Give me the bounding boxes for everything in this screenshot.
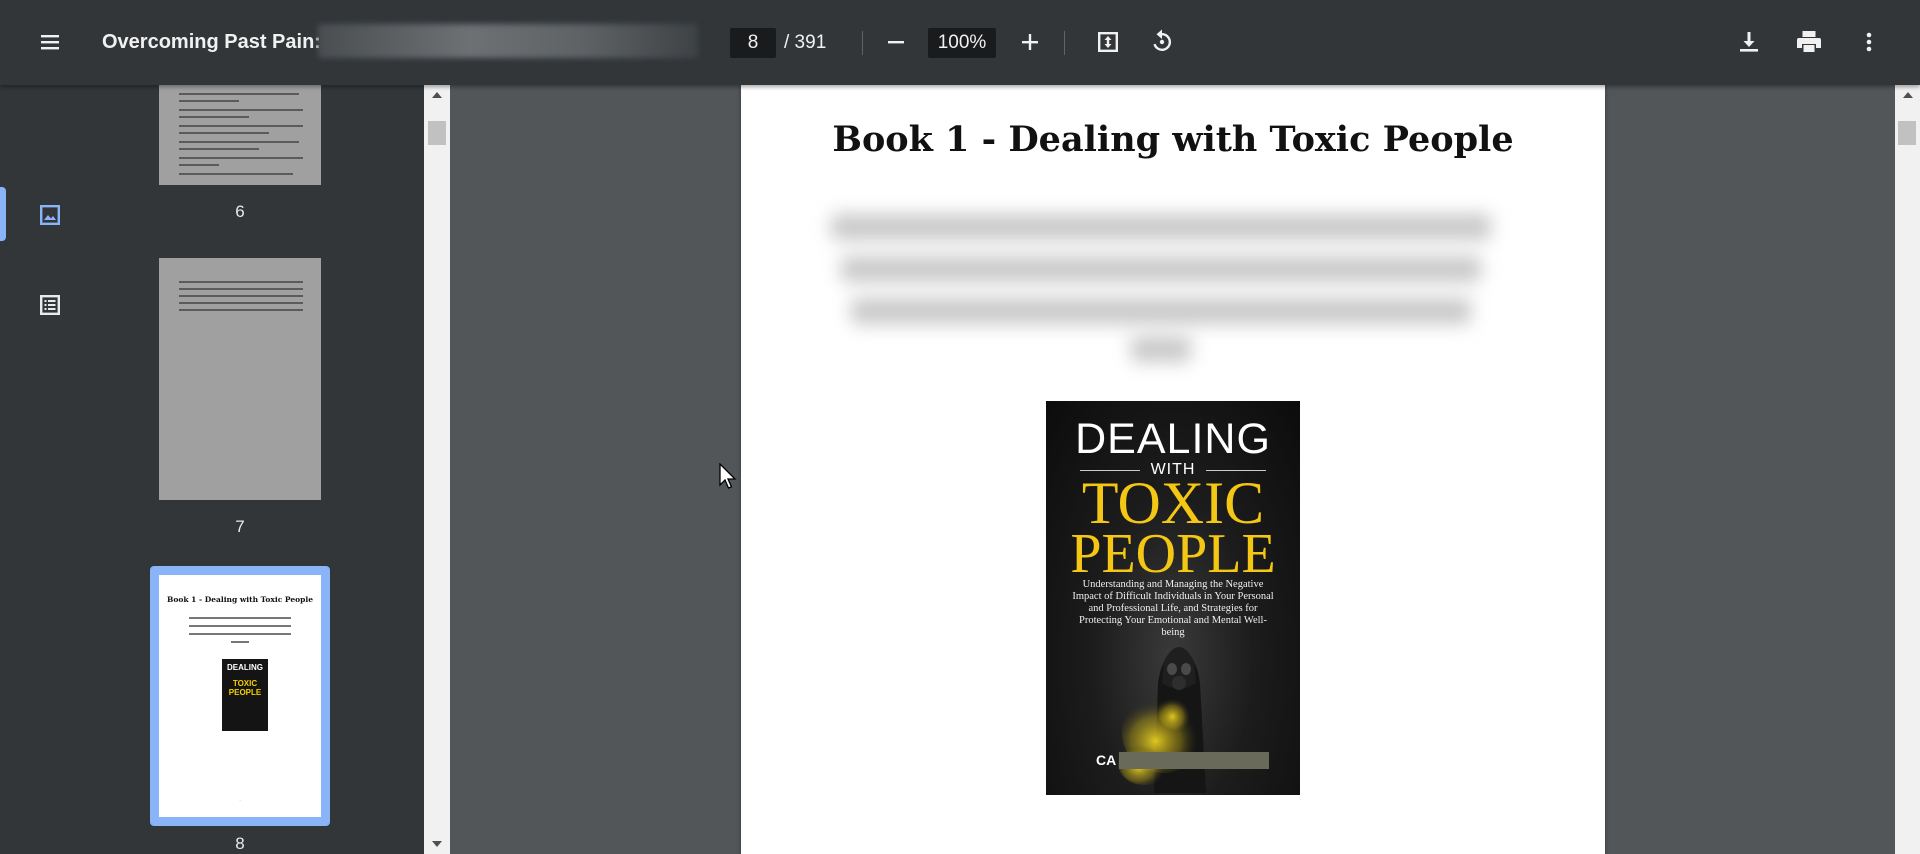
page-heading: Book 1 - Dealing with Toxic People bbox=[832, 119, 1514, 160]
redacted-subtitle bbox=[831, 212, 1491, 372]
document-scrollbar[interactable] bbox=[1895, 85, 1920, 854]
scrollbar-thumb[interactable] bbox=[1898, 121, 1916, 145]
list-icon bbox=[40, 295, 60, 315]
scroll-up-arrow[interactable] bbox=[1895, 85, 1920, 105]
page-total: / 391 bbox=[784, 32, 827, 53]
toolbar-divider bbox=[862, 31, 863, 55]
mouse-cursor-icon bbox=[719, 463, 737, 489]
zoom-out-button[interactable] bbox=[876, 22, 916, 62]
scrollbar-thumb[interactable] bbox=[428, 121, 446, 145]
thumbnail-page-number: · bbox=[239, 798, 241, 803]
more-vertical-icon bbox=[1866, 32, 1872, 52]
pdf-toolbar: Overcoming Past Pain: I 8 / 391 100% bbox=[0, 0, 1920, 85]
rotate-counterclockwise-icon bbox=[1153, 29, 1172, 51]
document-title: Overcoming Past Pain: I bbox=[102, 31, 333, 53]
fit-page-button[interactable] bbox=[1088, 22, 1128, 62]
title-redaction bbox=[318, 24, 698, 58]
thumbnail-label: 6 bbox=[235, 202, 245, 221]
print-button[interactable] bbox=[1789, 22, 1829, 62]
page-thumbnail-8: Book 1 - Dealing with Toxic People DEALI… bbox=[159, 575, 321, 817]
thumbnail-label: 7 bbox=[235, 517, 245, 536]
thumbnail-cover: DEALING TOXIC PEOPLE bbox=[222, 659, 268, 731]
cover-title-line: PEOPLE bbox=[1070, 523, 1276, 585]
cover-title-line: DEALING bbox=[1075, 415, 1271, 463]
page-thumbnail-7[interactable] bbox=[159, 258, 321, 500]
more-actions-button[interactable] bbox=[1849, 22, 1889, 62]
thumbnail-heading: Book 1 - Dealing with Toxic People bbox=[167, 595, 313, 604]
zoom-in-button[interactable] bbox=[1010, 22, 1050, 62]
page-thumbnail-6[interactable] bbox=[159, 85, 321, 185]
scroll-down-arrow[interactable] bbox=[424, 834, 450, 854]
thumbnail-panel: 6 7 Book 1 - Dealing with Toxic People D… bbox=[100, 85, 424, 854]
rotate-button[interactable] bbox=[1142, 22, 1182, 62]
sidebar-rail bbox=[0, 85, 100, 854]
toolbar-divider bbox=[1064, 31, 1065, 55]
fit-to-page-icon bbox=[1098, 32, 1118, 52]
author-redaction bbox=[1119, 752, 1269, 769]
thumbnail-label: 8 bbox=[235, 834, 245, 853]
scroll-up-arrow[interactable] bbox=[424, 85, 450, 105]
printer-icon bbox=[1797, 31, 1821, 52]
image-icon bbox=[40, 205, 60, 225]
thumbnails-tab[interactable] bbox=[0, 185, 100, 245]
thumbnail-scrollbar[interactable] bbox=[424, 85, 450, 854]
download-button[interactable] bbox=[1729, 22, 1769, 62]
download-icon bbox=[1740, 32, 1758, 52]
zoom-level-input[interactable]: 100% bbox=[928, 28, 996, 58]
page-number-input[interactable]: 8 bbox=[730, 28, 776, 58]
book-cover-image: DEALING WITH TOXIC PEOPLE Understanding … bbox=[1046, 401, 1300, 795]
plus-icon bbox=[1022, 34, 1038, 50]
menu-icon[interactable] bbox=[30, 22, 70, 62]
page-thumbnail-8-selected[interactable]: Book 1 - Dealing with Toxic People DEALI… bbox=[150, 566, 330, 826]
outline-tab[interactable] bbox=[0, 275, 100, 335]
cover-author: CA bbox=[1096, 752, 1117, 768]
minus-icon bbox=[888, 41, 904, 44]
